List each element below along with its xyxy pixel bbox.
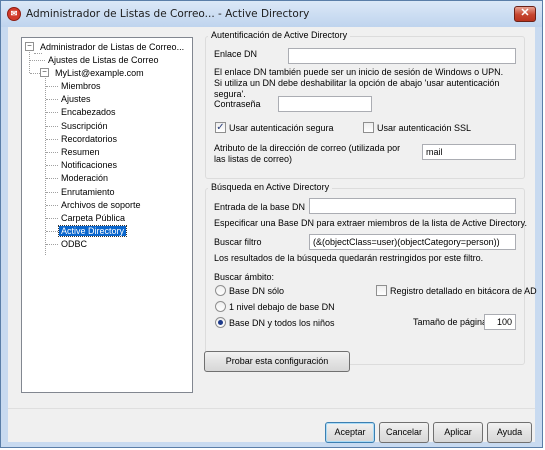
password-input[interactable] [278, 96, 372, 112]
close-icon: ✕ [520, 7, 530, 19]
auth-legend: Autentificación de Active Directory [208, 30, 351, 40]
tree-item-archivos-de-soporte[interactable]: Archivos de soporte [59, 199, 143, 212]
scope-subtree-radio[interactable] [215, 317, 226, 328]
help-button[interactable]: Ayuda [487, 422, 532, 443]
tree-item-odbc[interactable]: ODBC [59, 238, 89, 251]
filter-help: Los resultados de la búsqueda quedarán r… [214, 253, 484, 263]
page-size-input[interactable]: 100 [484, 314, 516, 330]
tree-item-label: Notificaciones [61, 160, 118, 171]
scope-one-level-label: 1 nivel debajo de base DN [229, 302, 335, 312]
tree-item-label: Moderación [61, 173, 109, 184]
scope-base-label: Base DN sólo [229, 286, 285, 296]
tree-item-label: Suscripción [61, 120, 108, 131]
tree-item-ajustes-listas[interactable]: Ajustes de Listas de Correo [46, 54, 161, 67]
dialog-window: ✉ Administrador de Listas de Correo... -… [0, 0, 543, 448]
secure-auth-checkbox[interactable]: ✓ [215, 122, 226, 133]
close-button[interactable]: ✕ [514, 6, 536, 22]
tree-item-label: Archivos de soporte [61, 199, 141, 210]
tree-item-resumen[interactable]: Resumen [59, 146, 102, 159]
tree-item-moderaci-n[interactable]: Moderación [59, 172, 110, 185]
page-size-label: Tamaño de página [413, 317, 488, 327]
verbose-log-checkbox[interactable] [376, 285, 387, 296]
mail-attr-input[interactable]: mail [422, 144, 516, 160]
tree-item-label: Resumen [61, 147, 100, 157]
scope-base-radio[interactable] [215, 285, 226, 296]
filter-label: Buscar filtro [214, 237, 262, 247]
verbose-log-label: Registro detallado en bitácora de AD [390, 286, 537, 296]
title-bar[interactable]: ✉ Administrador de Listas de Correo... -… [1, 1, 542, 27]
base-dn-input[interactable] [309, 198, 516, 214]
tree-item-enrutamiento[interactable]: Enrutamiento [59, 186, 117, 199]
cancel-button[interactable]: Cancelar [379, 422, 429, 443]
ssl-auth-checkbox[interactable] [363, 122, 374, 133]
ok-button[interactable]: Aceptar [325, 422, 375, 443]
tree-item-label: Recordatorios [61, 133, 118, 144]
scope-subtree-label: Base DN y todos los niños [229, 318, 335, 328]
search-legend: Búsqueda en Active Directory [208, 182, 333, 192]
scope-label: Buscar ámbito: [214, 272, 275, 282]
window-title: Administrador de Listas de Correo... - A… [26, 8, 310, 20]
tree-item-label: Encabezados [61, 107, 116, 118]
tree-item-label: Carpeta Pública [61, 213, 126, 223]
bind-dn-label: Enlace DN [214, 49, 258, 59]
tree-item-list[interactable]: MyList@example.com [53, 67, 146, 80]
mail-attr-label: Atributo de la dirección de correo (util… [214, 143, 401, 164]
ssl-auth-label: Usar autenticación SSL [377, 123, 472, 133]
filter-input[interactable]: (&(objectClass=user)(objectCategory=pers… [309, 234, 516, 250]
tree-item-miembros[interactable]: Miembros [59, 80, 103, 93]
bind-dn-input[interactable] [288, 48, 516, 64]
tree-item-encabezados[interactable]: Encabezados [59, 106, 118, 119]
tree-item-root[interactable]: Administrador de Listas de Correo... [38, 41, 186, 54]
checkmark-icon: ✓ [216, 122, 225, 133]
app-icon: ✉ [7, 7, 21, 21]
tree-item-recordatorios[interactable]: Recordatorios [59, 133, 119, 146]
tree-item-label: Miembros [61, 81, 101, 91]
tree-item-label: Active Directory [57, 225, 128, 238]
tree-item-label: Enrutamiento [61, 186, 115, 197]
test-config-button[interactable]: Probar esta configuración [204, 351, 350, 372]
base-dn-label: Entrada de la base DN [214, 202, 306, 212]
collapse-list-icon[interactable]: − [40, 68, 49, 77]
navigation-tree[interactable]: − Administrador de Listas de Correo... A… [21, 37, 193, 393]
tree-item-ajustes[interactable]: Ajustes [59, 93, 93, 106]
password-label: Contraseña [214, 99, 261, 109]
apply-button[interactable]: Aplicar [433, 422, 483, 443]
tree-item-active-directory[interactable]: Active Directory [57, 225, 128, 238]
collapse-root-icon[interactable]: − [25, 42, 34, 51]
secure-auth-label: Usar autenticación segura [229, 123, 334, 133]
base-dn-help: Especificar una Base DN para extraer mie… [214, 218, 527, 228]
tree-item-carpeta-p-blica[interactable]: Carpeta Pública [59, 212, 127, 225]
button-bar: Aceptar Cancelar Aplicar Ayuda [8, 408, 535, 443]
scope-one-level-radio[interactable] [215, 301, 226, 312]
tree-item-label: Ajustes [61, 94, 91, 105]
tree-item-label: ODBC [61, 239, 88, 250]
tree-item-suscripci-n[interactable]: Suscripción [59, 120, 110, 133]
tree-item-notificaciones[interactable]: Notificaciones [59, 159, 119, 172]
dialog-client: − Administrador de Listas de Correo... A… [8, 27, 537, 443]
